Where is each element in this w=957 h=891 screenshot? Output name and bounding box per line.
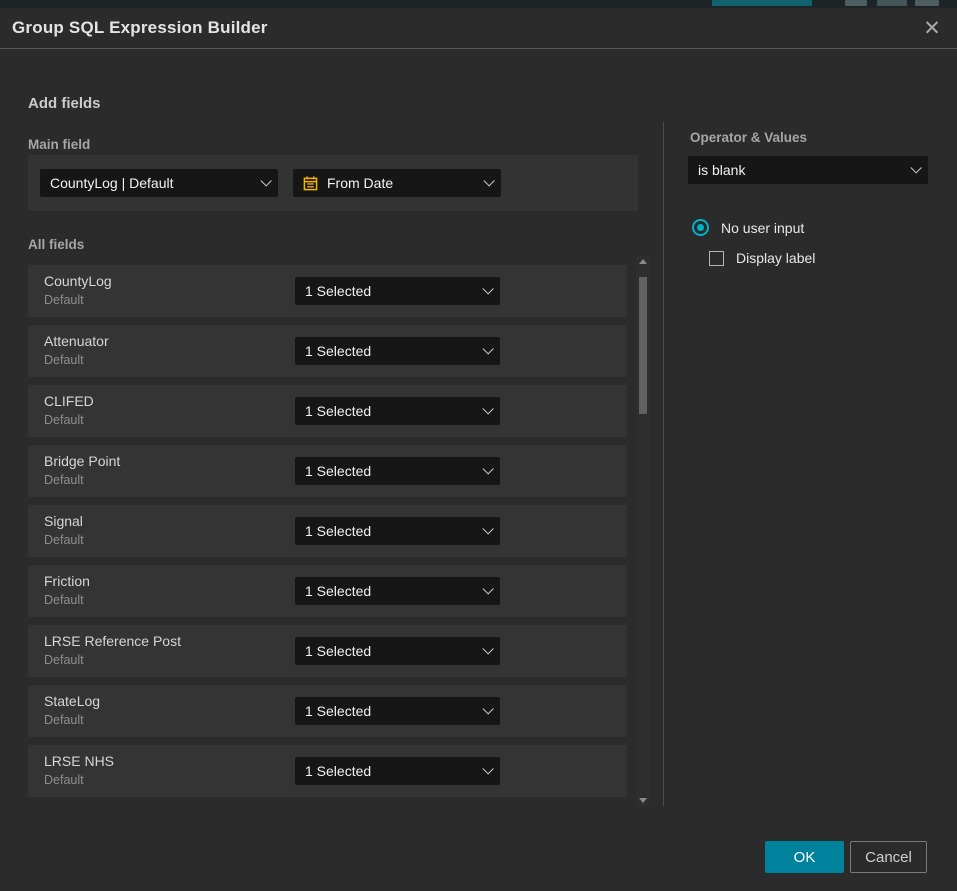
all-fields-label: All fields: [28, 237, 84, 252]
field-row[interactable]: CLIFED Default 1 Selected: [28, 385, 627, 437]
main-field-source-dropdown[interactable]: CountyLog | Default: [40, 169, 278, 197]
chevron-down-icon: [482, 403, 493, 414]
field-selection-value: 1 Selected: [305, 643, 474, 659]
field-row[interactable]: Friction Default 1 Selected: [28, 565, 627, 617]
field-row[interactable]: Attenuator Default 1 Selected: [28, 325, 627, 377]
chevron-down-icon: [482, 643, 493, 654]
chevron-down-icon: [482, 343, 493, 354]
field-selection-dropdown[interactable]: 1 Selected: [295, 517, 500, 545]
operator-dropdown[interactable]: is blank: [688, 156, 928, 184]
field-selection-dropdown[interactable]: 1 Selected: [295, 637, 500, 665]
radio-selected-icon: [692, 219, 709, 236]
field-selection-dropdown[interactable]: 1 Selected: [295, 697, 500, 725]
dialog-title: Group SQL Expression Builder: [12, 18, 268, 38]
ok-button[interactable]: OK: [765, 841, 844, 873]
field-selection-value: 1 Selected: [305, 463, 474, 479]
field-row[interactable]: CountyLog Default 1 Selected: [28, 265, 627, 317]
chevron-down-icon: [482, 283, 493, 294]
scroll-up-icon[interactable]: [639, 259, 647, 264]
cancel-button[interactable]: Cancel: [850, 841, 927, 873]
chevron-down-icon: [482, 763, 493, 774]
chevron-down-icon: [482, 523, 493, 534]
field-selection-value: 1 Selected: [305, 703, 474, 719]
calendar-icon: [303, 176, 318, 191]
field-selection-value: 1 Selected: [305, 283, 474, 299]
field-selection-dropdown[interactable]: 1 Selected: [295, 397, 500, 425]
scroll-down-icon[interactable]: [639, 798, 647, 803]
chevron-down-icon: [482, 463, 493, 474]
display-label-checkbox[interactable]: Display label: [709, 250, 815, 266]
field-row[interactable]: LRSE Reference Post Default 1 Selected: [28, 625, 627, 677]
chevron-down-icon: [482, 703, 493, 714]
all-fields-list: CountyLog Default 1 Selected Attenuator …: [28, 265, 627, 805]
main-field-source-value: CountyLog | Default: [50, 175, 252, 191]
field-selection-dropdown[interactable]: 1 Selected: [295, 457, 500, 485]
background-toolbar-fragment: [915, 0, 939, 6]
background-toolbar-fragment: [877, 0, 907, 6]
field-selection-value: 1 Selected: [305, 343, 474, 359]
field-selection-value: 1 Selected: [305, 583, 474, 599]
field-selection-dropdown[interactable]: 1 Selected: [295, 757, 500, 785]
background-toolbar-fragment: [712, 0, 812, 6]
no-user-input-label: No user input: [721, 220, 804, 236]
field-selection-dropdown[interactable]: 1 Selected: [295, 277, 500, 305]
field-row[interactable]: Signal Default 1 Selected: [28, 505, 627, 557]
background-toolbar-fragment: [845, 0, 867, 6]
add-fields-heading: Add fields: [28, 95, 101, 112]
field-selection-value: 1 Selected: [305, 403, 474, 419]
operator-value: is blank: [698, 162, 902, 178]
main-field-panel: CountyLog | Default From Date: [28, 155, 638, 211]
close-icon[interactable]: ✕: [921, 17, 943, 39]
field-selection-value: 1 Selected: [305, 523, 474, 539]
main-field-date-dropdown[interactable]: From Date: [293, 169, 501, 197]
scrollbar-thumb[interactable]: [639, 277, 647, 414]
chevron-down-icon: [482, 583, 493, 594]
main-field-label: Main field: [28, 137, 90, 152]
field-selection-dropdown[interactable]: 1 Selected: [295, 577, 500, 605]
chevron-down-icon: [910, 162, 921, 173]
display-label-text: Display label: [736, 250, 815, 266]
chevron-down-icon: [483, 175, 494, 186]
checkbox-unchecked-icon: [709, 251, 724, 266]
field-selection-dropdown[interactable]: 1 Selected: [295, 337, 500, 365]
operator-values-heading: Operator & Values: [690, 130, 807, 145]
dialog-footer: OK Cancel: [0, 841, 957, 873]
fields-scrollbar[interactable]: [636, 256, 649, 806]
sql-expression-builder-dialog: Group SQL Expression Builder ✕ Add field…: [0, 8, 957, 891]
chevron-down-icon: [260, 175, 271, 186]
main-field-date-value: From Date: [327, 175, 475, 191]
panel-divider: [663, 122, 664, 806]
dialog-titlebar: Group SQL Expression Builder ✕: [0, 8, 957, 49]
field-row[interactable]: StateLog Default 1 Selected: [28, 685, 627, 737]
field-row[interactable]: Bridge Point Default 1 Selected: [28, 445, 627, 497]
field-selection-value: 1 Selected: [305, 763, 474, 779]
background-app-strip: [0, 0, 957, 8]
field-row[interactable]: LRSE NHS Default 1 Selected: [28, 745, 627, 797]
no-user-input-radio[interactable]: No user input: [692, 219, 804, 236]
